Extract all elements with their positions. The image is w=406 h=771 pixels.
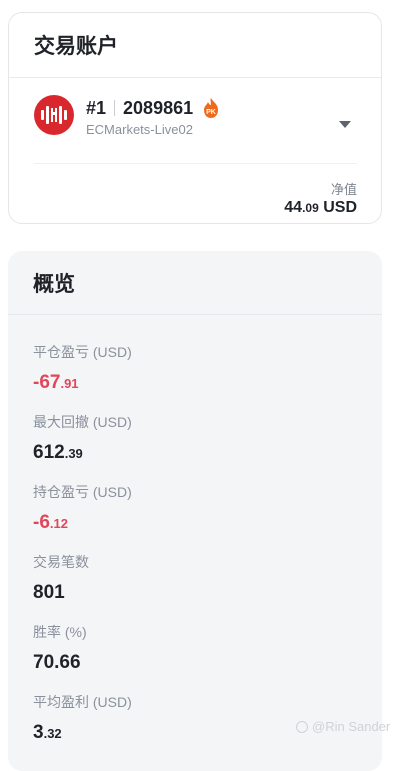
stat-value: 801: [33, 581, 89, 605]
chevron-down-icon[interactable]: [339, 121, 351, 128]
stat-int: 70.66: [33, 652, 81, 673]
divider: [34, 163, 357, 164]
stat-label: 平均盈利 (USD): [33, 694, 132, 710]
stat-value: -67.91: [33, 371, 132, 395]
equity-unit: USD: [323, 199, 357, 216]
stat-int: 3: [33, 722, 44, 743]
stat-dec: .39: [64, 446, 83, 461]
account-selector[interactable]: #1 2089861 PK ECMarkets-Live02: [34, 95, 357, 151]
stat-label: 交易笔数: [33, 554, 89, 570]
stat-value: 3.32: [33, 721, 132, 745]
stat-int: -6: [33, 512, 50, 533]
equity-int: 44: [284, 199, 303, 216]
stat-int: -67: [33, 372, 61, 393]
equity-dec: .09: [302, 201, 319, 215]
pk-badge-text: PK: [206, 109, 216, 116]
pk-flame-icon: PK: [201, 97, 221, 119]
equity-label: 净值: [330, 182, 357, 197]
equity-value: 44.09 USD: [284, 199, 357, 217]
account-number: 2089861: [123, 97, 194, 118]
stat-int: 612: [33, 442, 65, 463]
separator: [114, 100, 116, 116]
stat-label: 胜率 (%): [33, 624, 87, 640]
watermark: @Rin Sander: [296, 719, 390, 734]
stat-dec: .91: [60, 376, 79, 391]
overview-title: 概览: [8, 251, 382, 315]
stat-value: 70.66: [33, 651, 87, 675]
stat-value: -6.12: [33, 511, 132, 535]
stat-label: 持仓盈亏 (USD): [33, 484, 132, 500]
stat-closed-pnl: 平仓盈亏 (USD) -67.91: [33, 342, 132, 395]
stat-int: 801: [33, 582, 65, 603]
account-card-title: 交易账户: [9, 13, 381, 78]
stat-label: 最大回撤 (USD): [33, 414, 132, 430]
watermark-text: @Rin Sander: [312, 719, 391, 734]
stat-open-pnl: 持仓盈亏 (USD) -6.12: [33, 482, 132, 535]
trading-account-card: 交易账户 #1 2089861 PK ECMarkets-Live02 净值 4…: [8, 12, 382, 224]
account-index: #1: [86, 97, 107, 118]
stat-max-drawdown: 最大回撤 (USD) 612.39: [33, 412, 132, 465]
stat-avg-profit: 平均盈利 (USD) 3.32: [33, 692, 132, 745]
stat-win-rate: 胜率 (%) 70.66: [33, 622, 87, 675]
server-name: ECMarkets-Live02: [86, 122, 193, 137]
watermark-icon: [296, 720, 308, 733]
stat-dec: .12: [49, 516, 68, 531]
stat-value: 612.39: [33, 441, 132, 465]
account-info: #1 2089861 PK ECMarkets-Live02: [86, 95, 221, 137]
stat-dec: .32: [43, 726, 62, 741]
stat-trade-count: 交易笔数 801: [33, 552, 89, 605]
stat-label: 平仓盈亏 (USD): [33, 344, 132, 360]
overview-card: 概览 平仓盈亏 (USD) -67.91 最大回撤 (USD) 612.39 持…: [8, 251, 382, 771]
broker-logo-icon: [34, 95, 74, 135]
